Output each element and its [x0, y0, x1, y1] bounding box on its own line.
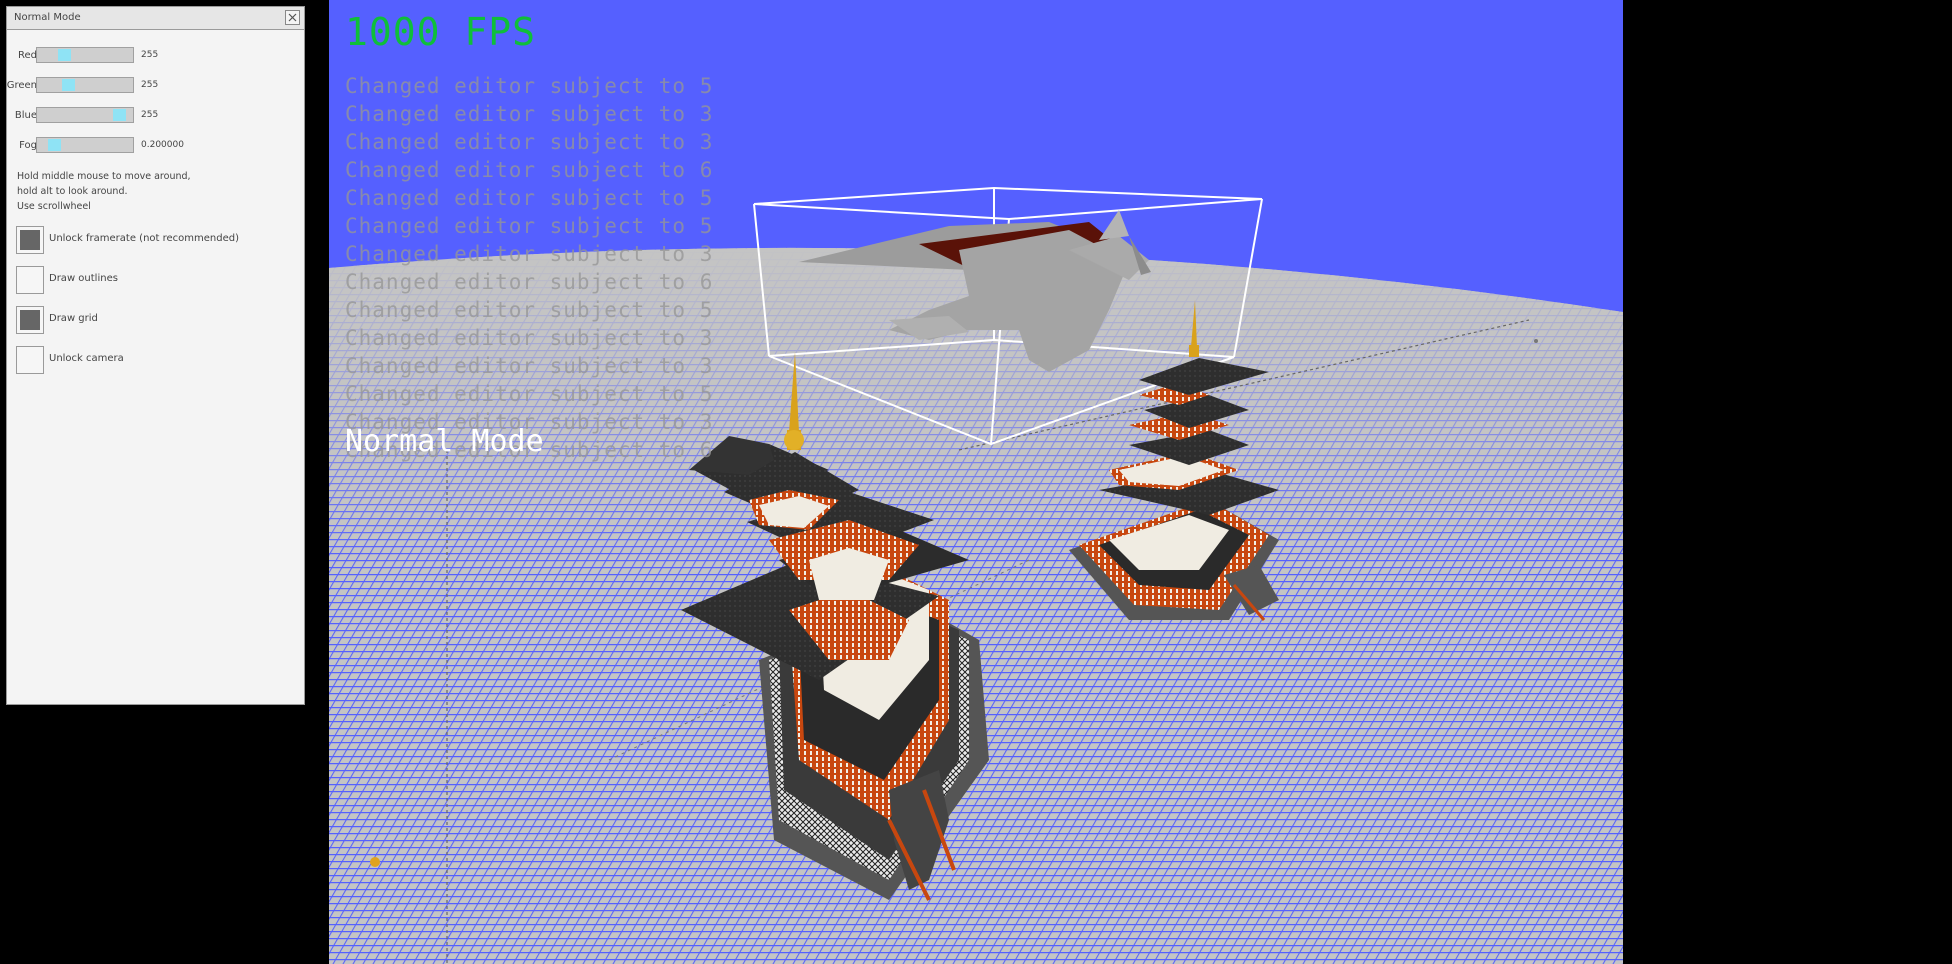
unlock-framerate-checkbox-row[interactable]: Unlock framerate (not recommended) [16, 226, 296, 254]
red-slider[interactable] [36, 47, 134, 63]
slider-row-green: Green 255 [7, 77, 305, 95]
checkbox-label: Unlock camera [49, 353, 124, 364]
gizmo-marker[interactable] [1534, 339, 1538, 343]
draw-outlines-checkbox[interactable] [16, 266, 44, 294]
settings-panel: Normal Mode Red 255 Green 255 Blue 255 F… [6, 6, 305, 705]
log-line: Changed editor subject to 3 [345, 102, 714, 126]
close-icon [288, 13, 297, 22]
checkbox-label: Unlock framerate (not recommended) [49, 233, 240, 244]
log-line: Changed editor subject to 5 [345, 214, 714, 238]
log-line: Changed editor subject to 6 [345, 158, 714, 182]
slider-value: 255 [141, 80, 159, 90]
panel-title: Normal Mode [14, 12, 81, 23]
checkbox-label: Draw grid [49, 313, 98, 324]
log-line: Changed editor subject to 5 [345, 186, 714, 210]
slider-label: Green [6, 80, 37, 91]
log-line: Changed editor subject to 3 [345, 354, 714, 378]
log-line: Changed editor subject to 6 [345, 270, 714, 294]
slider-row-fog: Fog 0.200000 [7, 137, 305, 155]
panel-titlebar[interactable]: Normal Mode [7, 7, 304, 30]
close-button[interactable] [285, 10, 300, 25]
unlock-framerate-checkbox[interactable] [16, 226, 44, 254]
event-log: Changed editor subject to 5 Changed edit… [345, 72, 713, 464]
slider-thumb[interactable] [62, 79, 75, 91]
slider-row-red: Red 255 [7, 47, 305, 65]
mode-label: Normal Mode [345, 424, 544, 459]
green-slider[interactable] [36, 77, 134, 93]
slider-label: Blue [14, 110, 37, 121]
slider-label: Red [18, 50, 37, 61]
slider-value: 255 [141, 50, 159, 60]
log-line: Changed editor subject to 5 [345, 382, 714, 406]
slider-value: 0.200000 [141, 140, 184, 150]
log-line: Changed editor subject to 5 [345, 298, 714, 322]
help-line: Use scrollwheel [17, 201, 91, 212]
help-line: Hold middle mouse to move around, [17, 171, 191, 182]
log-line: Changed editor subject to 3 [345, 130, 714, 154]
log-line: Changed editor subject to 3 [345, 326, 714, 350]
checkbox-fill [20, 310, 40, 330]
help-text: Hold middle mouse to move around, hold a… [17, 169, 191, 214]
fog-slider[interactable] [36, 137, 134, 153]
slider-label: Fog [19, 140, 37, 151]
draw-outlines-checkbox-row[interactable]: Draw outlines [16, 266, 296, 294]
gizmo-marker[interactable] [370, 857, 380, 867]
slider-value: 255 [141, 110, 159, 120]
fps-counter: 1000 FPS [345, 10, 537, 54]
log-line: Changed editor subject to 3 [345, 242, 714, 266]
blue-slider[interactable] [36, 107, 134, 123]
log-line: Changed editor subject to 5 [345, 74, 714, 98]
slider-thumb[interactable] [48, 139, 61, 151]
help-line: hold alt to look around. [17, 186, 128, 197]
unlock-camera-checkbox[interactable] [16, 346, 44, 374]
slider-thumb[interactable] [58, 49, 71, 61]
draw-grid-checkbox[interactable] [16, 306, 44, 334]
unlock-camera-checkbox-row[interactable]: Unlock camera [16, 346, 296, 374]
3d-viewport[interactable]: 1000 FPS Changed editor subject to 5 Cha… [329, 0, 1623, 964]
checkbox-fill [20, 230, 40, 250]
checkbox-label: Draw outlines [49, 273, 118, 284]
slider-thumb[interactable] [113, 109, 126, 121]
draw-grid-checkbox-row[interactable]: Draw grid [16, 306, 296, 334]
slider-row-blue: Blue 255 [7, 107, 305, 125]
